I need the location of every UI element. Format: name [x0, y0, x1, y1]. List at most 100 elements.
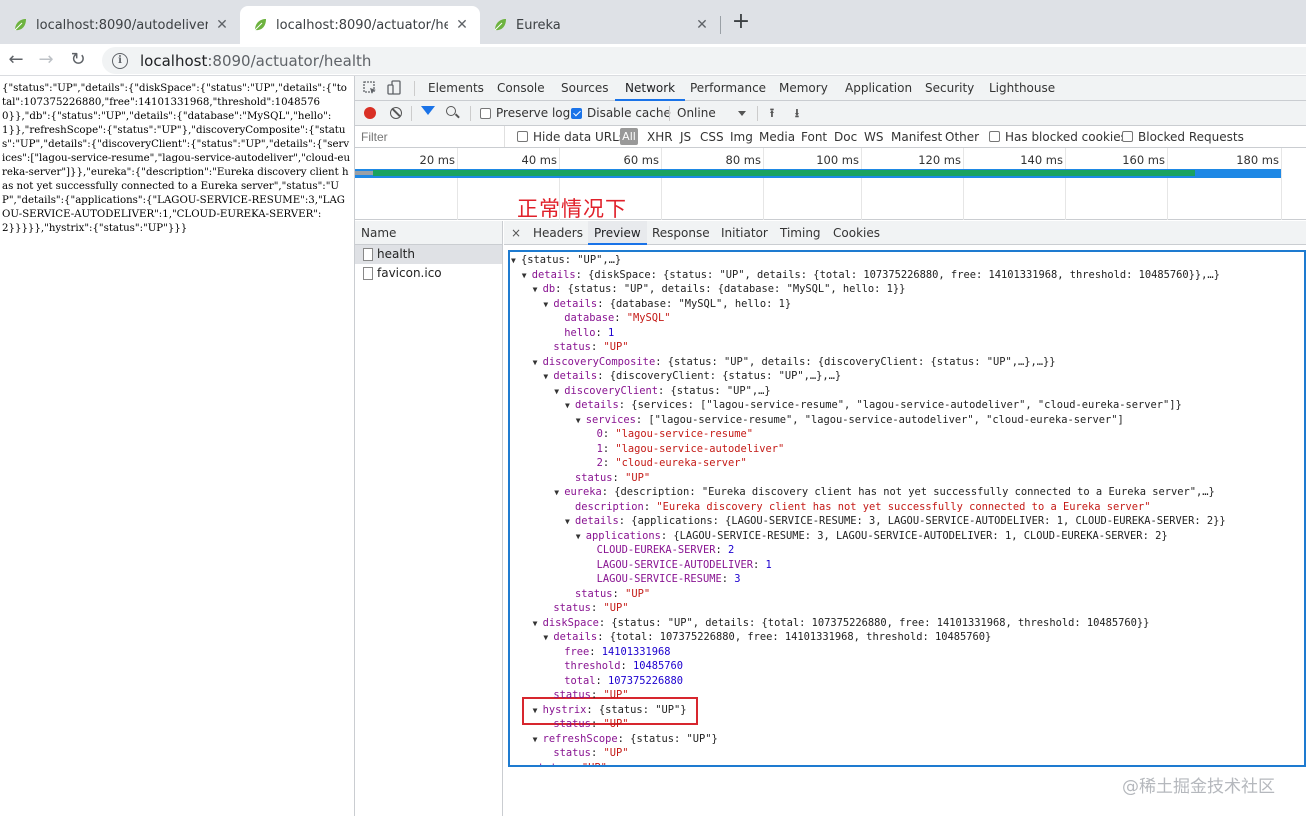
expand-triangle-icon[interactable]: ▼ — [533, 356, 543, 371]
json-tree-line[interactable]: ▼ details: {applications: {LAGOU-SERVICE-… — [565, 514, 1226, 529]
filter-input[interactable] — [355, 126, 505, 147]
json-tree-line[interactable]: ▼ diskSpace: {status: "UP", details: {tot… — [533, 616, 1150, 631]
expand-triangle-icon[interactable]: ▼ — [511, 254, 521, 269]
devtools-tab-performance[interactable]: Performance — [690, 76, 766, 101]
expand-triangle-icon[interactable]: ▼ — [533, 704, 543, 719]
detail-tab-initiator[interactable]: Initiator — [721, 221, 768, 245]
expand-triangle-icon[interactable]: ▼ — [565, 399, 575, 414]
detail-tab-cookies[interactable]: Cookies — [833, 221, 880, 245]
json-preview-tree[interactable]: ▼ {status: "UP",…} ▼ details: {diskSpace: {… — [508, 250, 1306, 767]
filter-css[interactable]: CSS — [700, 126, 724, 148]
detail-tab-headers[interactable]: Headers — [533, 221, 583, 245]
devtools-tab-network[interactable]: Network — [615, 76, 686, 101]
clear-icon[interactable] — [390, 107, 402, 119]
device-toolbar-icon[interactable] — [387, 80, 402, 96]
reload-button[interactable]: ↻ — [66, 48, 90, 72]
devtools-tab-application[interactable]: Application — [845, 76, 912, 101]
json-tree-line: free: 14101331968 — [554, 645, 670, 660]
close-tab-icon[interactable]: ✕ — [214, 17, 230, 33]
json-tree-line[interactable]: ▼ details: {total: 107375226880, free: 14… — [543, 630, 991, 645]
devtools-tab-memory[interactable]: Memory — [779, 76, 828, 101]
json-tree-line[interactable]: ▼ discoveryComposite: {status: "UP", deta… — [533, 355, 1056, 370]
filter-icon[interactable] — [421, 106, 435, 115]
expand-triangle-icon[interactable]: ▼ — [554, 486, 564, 501]
filter-doc[interactable]: Doc — [834, 126, 857, 148]
expand-triangle-icon[interactable]: ▼ — [543, 370, 553, 385]
filter-xhr[interactable]: XHR — [647, 126, 673, 148]
expand-triangle-icon[interactable]: ▼ — [533, 283, 543, 298]
devtools-tab-lighthouse[interactable]: Lighthouse — [989, 76, 1055, 101]
record-icon[interactable] — [364, 107, 376, 119]
back-button[interactable]: ← — [4, 48, 28, 72]
hide-data-urls-checkbox[interactable] — [517, 131, 528, 142]
search-icon[interactable] — [446, 106, 456, 116]
address-toolbar: ← → ↻ i localhost:8090/actuator/health — [0, 44, 1306, 76]
expand-triangle-icon[interactable]: ▼ — [576, 530, 586, 545]
json-tree-line[interactable]: ▼ services: ["lagou-service-resume", "lag… — [576, 413, 1124, 428]
timeline-gridline — [1281, 148, 1282, 220]
expand-triangle-icon[interactable]: ▼ — [554, 385, 564, 400]
expand-triangle-icon[interactable]: ▼ — [543, 298, 553, 313]
json-key: description — [575, 500, 644, 513]
json-tree-line[interactable]: ▼ db: {status: "UP", details: {database: … — [533, 282, 906, 297]
devtools-tab-sources[interactable]: Sources — [561, 76, 608, 101]
json-tree-line[interactable]: ▼ refreshScope: {status: "UP"} — [533, 732, 718, 747]
json-tree-line[interactable]: ▼ details: {database: "MySQL", hello: 1} — [543, 297, 791, 312]
browser-tab-checkstate[interactable]: localhost:8090/autodeliver/checkState/15… — [0, 6, 240, 44]
timeline-gridline — [861, 148, 862, 220]
timeline-gridline — [661, 148, 662, 220]
json-tree-line[interactable]: ▼ discoveryClient: {status: "UP",…} — [554, 384, 770, 399]
detail-tab-response[interactable]: Response — [652, 221, 710, 245]
request-list-header[interactable]: Name — [355, 221, 502, 245]
blocked-requests-checkbox[interactable] — [1122, 131, 1133, 142]
export-har-icon[interactable]: ⭳ — [791, 106, 803, 120]
inspect-element-icon[interactable] — [363, 81, 378, 96]
import-har-icon[interactable]: ⭱ — [766, 106, 778, 120]
detail-tab-timing[interactable]: Timing — [780, 221, 821, 245]
preserve-log-checkbox[interactable] — [480, 108, 491, 119]
request-row-favicon[interactable]: favicon.ico — [355, 264, 502, 283]
filter-font[interactable]: Font — [801, 126, 827, 148]
disable-cache-checkbox[interactable] — [571, 108, 582, 119]
devtools-tab-security[interactable]: Security — [925, 76, 974, 101]
detail-tab-preview[interactable]: Preview — [588, 221, 647, 245]
browser-tab-eureka[interactable]: Eureka ✕ — [480, 6, 720, 44]
devtools-tab-console[interactable]: Console — [497, 76, 545, 101]
network-timeline-overview[interactable]: 20 ms 40 ms 60 ms 80 ms 100 ms 120 ms 14… — [355, 148, 1306, 221]
new-tab-button[interactable]: + — [728, 10, 754, 36]
expand-triangle-icon[interactable]: ▼ — [565, 515, 575, 530]
close-detail-icon[interactable]: × — [511, 221, 521, 245]
filter-ws[interactable]: WS — [864, 126, 883, 148]
address-bar[interactable]: i localhost:8090/actuator/health — [102, 47, 1306, 74]
expand-triangle-icon[interactable]: ▼ — [543, 631, 553, 646]
json-tree-line[interactable]: ▼ details: {diskSpace: {status: "UP", det… — [522, 268, 1220, 283]
filter-other[interactable]: Other — [945, 126, 979, 148]
filter-all-button[interactable]: All — [620, 128, 638, 145]
filter-manifest[interactable]: Manifest — [891, 126, 942, 148]
browser-tab-health[interactable]: localhost:8090/actuator/health ✕ — [240, 6, 480, 44]
close-tab-icon[interactable]: ✕ — [454, 17, 470, 33]
filter-img[interactable]: Img — [730, 126, 753, 148]
close-tab-icon[interactable]: ✕ — [694, 17, 710, 33]
json-tree-line[interactable]: ▼ {status: "UP",…} — [511, 253, 621, 268]
json-tree-line[interactable]: ▼ eureka: {description: "Eureka discovery… — [554, 485, 1215, 500]
expand-triangle-icon[interactable]: ▼ — [522, 269, 532, 284]
filter-media[interactable]: Media — [759, 126, 795, 148]
json-tree-line[interactable]: ▼ hystrix: {status: "UP"} — [533, 703, 687, 718]
expand-triangle-icon[interactable]: ▼ — [533, 733, 543, 748]
chevron-down-icon[interactable] — [738, 111, 746, 116]
filter-js[interactable]: JS — [680, 126, 691, 148]
forward-button[interactable]: → — [34, 48, 58, 72]
expand-triangle-icon[interactable]: ▼ — [576, 414, 586, 429]
json-text: : — [589, 645, 602, 658]
timeline-gridline — [1065, 148, 1066, 220]
json-tree-line[interactable]: ▼ details: {services: ["lagou-service-res… — [565, 398, 1182, 413]
json-tree-line[interactable]: ▼ applications: {LAGOU-SERVICE-RESUME: 3,… — [576, 529, 1168, 544]
expand-triangle-icon[interactable]: ▼ — [533, 617, 543, 632]
has-blocked-cookies-checkbox[interactable] — [989, 131, 1000, 142]
throttle-select[interactable]: Online — [677, 101, 716, 126]
site-info-icon[interactable]: i — [112, 52, 128, 69]
request-row-health[interactable]: health — [355, 245, 502, 264]
json-tree-line[interactable]: ▼ details: {discoveryClient: {status: "UP… — [543, 369, 841, 384]
devtools-tab-elements[interactable]: Elements — [428, 76, 484, 101]
